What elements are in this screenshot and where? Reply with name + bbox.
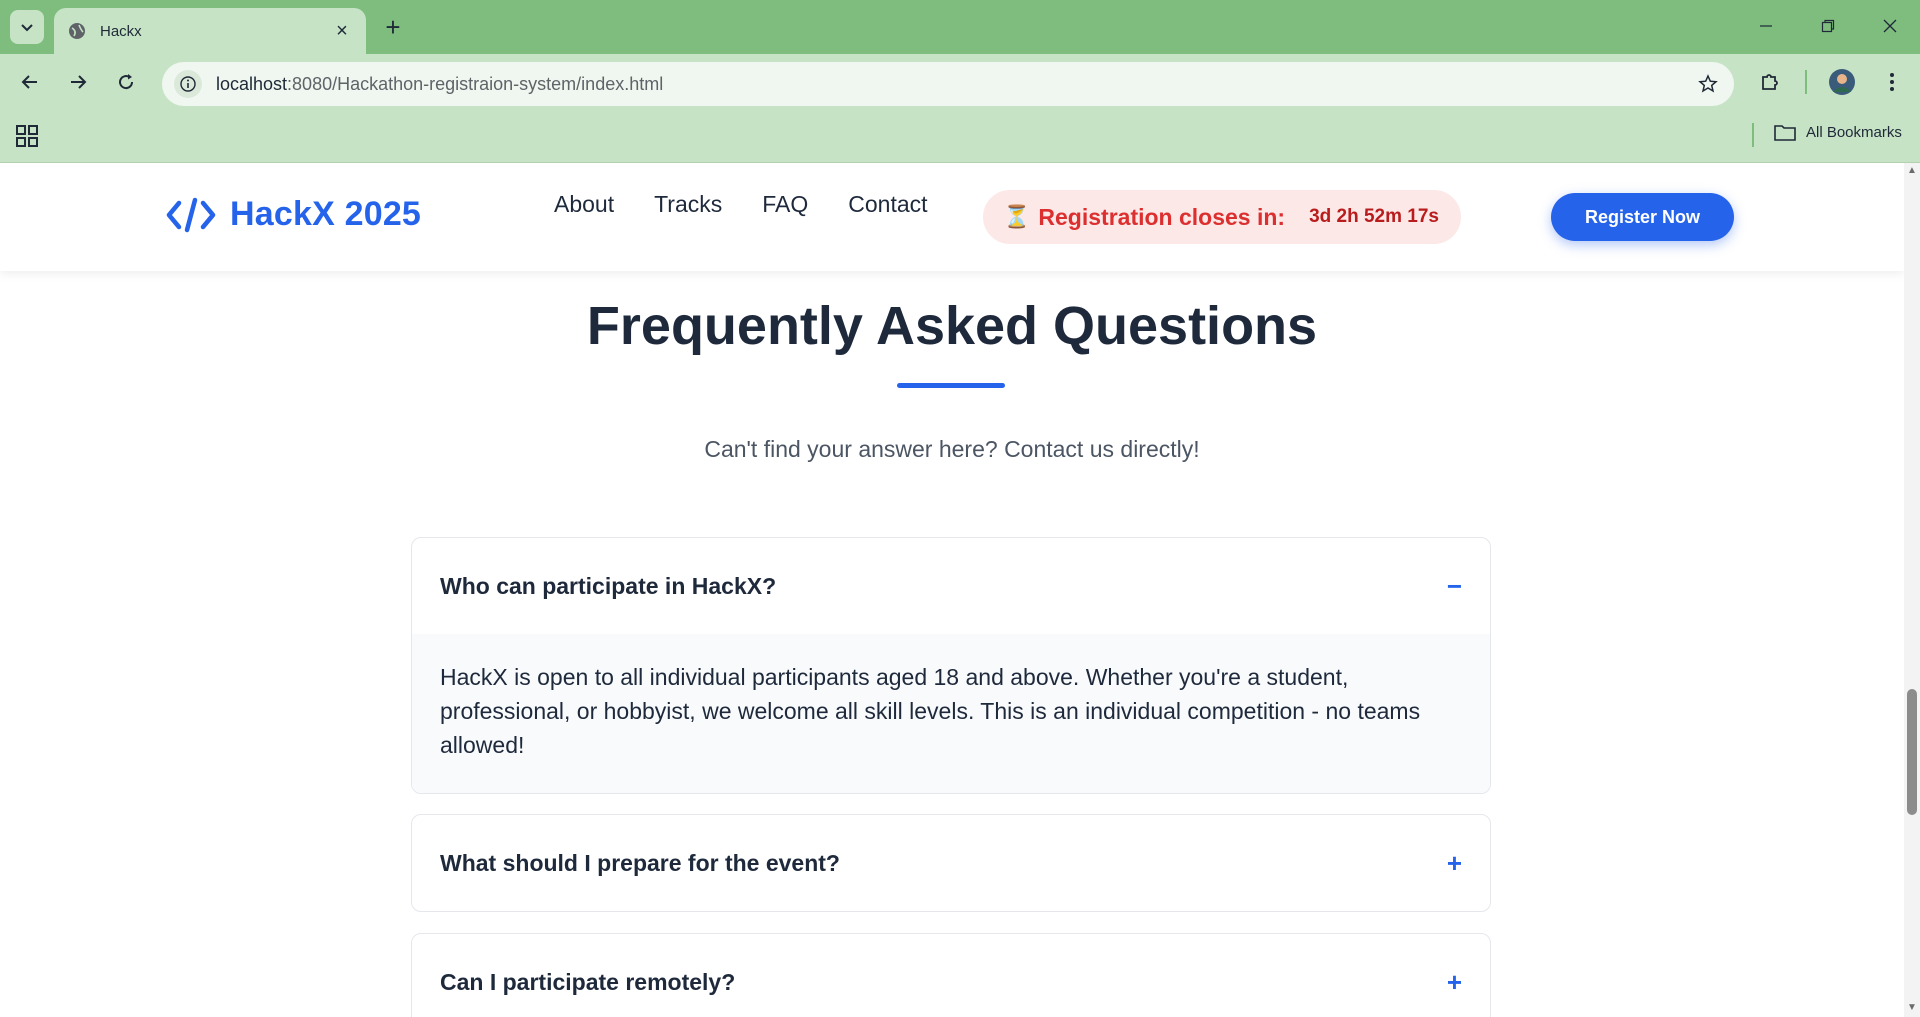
minus-icon[interactable]: −: [1447, 571, 1462, 602]
close-icon[interactable]: ×: [332, 20, 352, 42]
forward-button[interactable]: [62, 66, 94, 98]
url-text: localhost:8080/Hackathon-registraion-sys…: [216, 74, 1694, 95]
scrollbar-thumb[interactable]: [1907, 689, 1917, 815]
register-now-button[interactable]: Register Now: [1551, 193, 1734, 241]
site-header: HackX 2025 About Tracks FAQ Contact ⏳ Re…: [0, 163, 1904, 271]
url-path: :8080/Hackathon-registraion-system/index…: [287, 73, 664, 94]
puzzle-icon: [1762, 74, 1778, 90]
browser-menu-button[interactable]: [1876, 66, 1908, 98]
page-scrollbar[interactable]: ▲ ▼: [1904, 163, 1920, 1017]
nav-link-contact[interactable]: Contact: [848, 191, 927, 218]
faq-question: Who can participate in HackX?: [440, 572, 777, 599]
all-bookmarks-button[interactable]: All Bookmarks: [1774, 123, 1902, 141]
scroll-up-arrow-icon[interactable]: ▲: [1907, 166, 1917, 176]
nav-link-tracks[interactable]: Tracks: [654, 191, 722, 218]
page-viewport: HackX 2025 About Tracks FAQ Contact ⏳ Re…: [0, 163, 1904, 1017]
reload-icon: [119, 74, 134, 90]
minimize-icon: [1760, 25, 1772, 27]
browser-toolbar: localhost:8080/Hackathon-registraion-sys…: [0, 54, 1920, 109]
plus-icon[interactable]: +: [1447, 967, 1462, 998]
close-icon: [1883, 19, 1897, 33]
browser-tabstrip: Hackx × +: [0, 0, 1920, 54]
tab-search-button[interactable]: [10, 10, 44, 44]
hourglass-icon: ⏳: [1003, 204, 1031, 229]
faq-question-header[interactable]: Who can participate in HackX? −: [412, 538, 1490, 634]
tab-title: Hackx: [100, 22, 142, 40]
minimize-button[interactable]: [1742, 8, 1790, 44]
nav-link-about[interactable]: About: [554, 191, 614, 218]
restore-icon: [1821, 19, 1835, 33]
code-icon: [166, 197, 216, 232]
arrow-right-icon: [71, 75, 87, 89]
faq-subtitle: Can't find your answer here? Contact us …: [704, 436, 1200, 462]
countdown-label: Registration closes in:: [1038, 203, 1286, 230]
toolbar-divider: [1805, 70, 1807, 94]
bookmark-star-icon[interactable]: [1694, 70, 1722, 98]
registration-countdown: ⏳ Registration closes in: 3d 2h 52m 17s: [983, 190, 1461, 244]
title-underline: [897, 383, 1005, 388]
reload-button[interactable]: [110, 66, 142, 98]
bookmarks-divider: [1752, 123, 1754, 147]
window-close-button[interactable]: [1866, 8, 1914, 44]
new-tab-button[interactable]: +: [378, 12, 408, 42]
url-host: localhost: [216, 73, 288, 94]
logo-text: HackX 2025: [230, 195, 422, 233]
chevron-down-icon: [21, 24, 33, 32]
back-button[interactable]: [14, 66, 46, 98]
site-logo[interactable]: HackX 2025: [166, 195, 421, 234]
faq-item: What should I prepare for the event? +: [411, 814, 1491, 912]
avatar-icon: [1829, 69, 1855, 95]
plus-icon[interactable]: +: [1447, 848, 1462, 879]
globe-icon: [69, 23, 85, 39]
address-bar[interactable]: localhost:8080/Hackathon-registraion-sys…: [162, 62, 1734, 106]
all-bookmarks-label: All Bookmarks: [1806, 123, 1902, 141]
site-info-icon[interactable]: [174, 70, 202, 98]
countdown-timer: 3d 2h 52m 17s: [1309, 206, 1439, 227]
faq-question: Can I participate remotely?: [440, 968, 736, 995]
browser-tab[interactable]: Hackx ×: [54, 8, 366, 54]
faq-answer: HackX is open to all individual particip…: [412, 634, 1490, 793]
faq-item: Can I participate remotely? +: [411, 933, 1491, 1017]
faq-question: What should I prepare for the event?: [440, 849, 840, 876]
bookmarks-bar: All Bookmarks: [0, 109, 1920, 163]
main-nav: About Tracks FAQ Contact: [554, 191, 928, 218]
restore-button[interactable]: [1804, 8, 1852, 44]
faq-title: Frequently Asked Questions: [586, 296, 1318, 356]
folder-icon: [1774, 125, 1796, 141]
kebab-menu-icon: [1890, 73, 1894, 91]
faq-item: Who can participate in HackX? − HackX is…: [411, 537, 1491, 794]
arrow-left-icon: [21, 75, 37, 89]
faq-question-header[interactable]: What should I prepare for the event? +: [412, 815, 1490, 911]
scroll-down-arrow-icon[interactable]: ▼: [1907, 1003, 1917, 1013]
faq-question-header[interactable]: Can I participate remotely? +: [412, 934, 1490, 1017]
extensions-button[interactable]: [1754, 66, 1786, 98]
nav-link-faq[interactable]: FAQ: [762, 191, 808, 218]
profile-avatar[interactable]: [1826, 66, 1858, 98]
apps-grid-icon[interactable]: [14, 123, 40, 149]
